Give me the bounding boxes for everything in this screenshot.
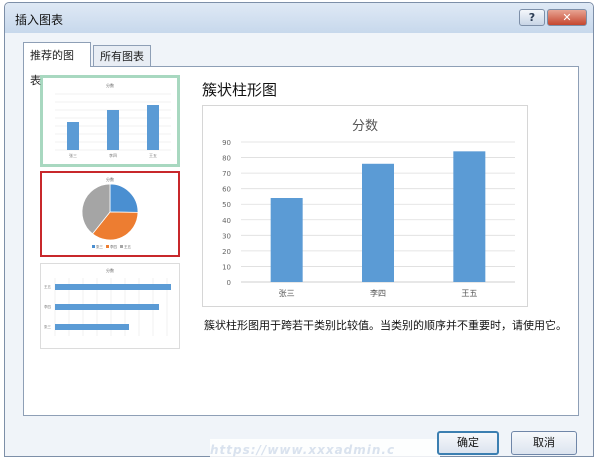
preview-chart-type-title: 簇状柱形图 xyxy=(202,81,278,99)
thumbnail-clustered-bar[interactable]: 分数 王五 李四 张三 xyxy=(40,263,180,349)
thumb-hbar-3 xyxy=(55,284,171,290)
chart-title: 分数 xyxy=(352,119,378,134)
thumb-y-label: 张三 xyxy=(44,324,51,329)
preview-column-chart: 分数 0 10 20 30 40 50 60 70 80 90 张三 李四 王五 xyxy=(222,119,515,298)
pie-slice xyxy=(109,183,139,213)
y-tick-label: 80 xyxy=(222,155,231,163)
thumb-hbar-2 xyxy=(55,304,159,310)
chart-preview: 分数 0 10 20 30 40 50 60 70 80 90 张三 李四 王五 xyxy=(202,105,528,307)
y-tick-label: 30 xyxy=(222,232,231,240)
thumb-bar-3 xyxy=(147,105,159,150)
thumb-bar-2 xyxy=(107,110,119,150)
thumb-hbar-1 xyxy=(55,324,129,330)
thumb-x-label: 李四 xyxy=(109,152,117,158)
y-tick-label: 20 xyxy=(222,248,231,256)
bar[interactable] xyxy=(362,163,394,282)
thumb-chart-title: 分数 xyxy=(106,267,114,273)
x-tick-label: 李四 xyxy=(370,288,386,298)
y-tick-label: 10 xyxy=(222,263,231,271)
pie-legend-swatch-1 xyxy=(106,245,109,248)
thumb-chart-title: 分数 xyxy=(106,176,114,182)
bar[interactable] xyxy=(270,198,303,282)
pie-legend-label: 王五 xyxy=(124,245,131,249)
tab-all-charts[interactable]: 所有图表 xyxy=(93,45,151,67)
y-tick-label: 50 xyxy=(222,201,231,209)
thumb-y-label: 王五 xyxy=(44,285,51,289)
y-tick-label: 90 xyxy=(222,139,231,147)
tab-recommended-charts[interactable]: 推荐的图表 xyxy=(23,42,91,87)
window-title: 插入图表 xyxy=(15,13,64,27)
thumb-x-label: 王五 xyxy=(149,153,157,158)
thumb-y-label: 李四 xyxy=(44,304,51,309)
bar[interactable] xyxy=(453,151,486,282)
title-bar[interactable]: 插入图表 ? ✕ xyxy=(5,3,593,33)
thumb-x-label: 张三 xyxy=(69,152,77,158)
dialog-body: 推荐的图表 所有图表 分数 张三 李四 王五 分数 张三 李四 王五 分数 王五… xyxy=(13,37,585,417)
help-button[interactable]: ? xyxy=(519,9,545,26)
ok-button[interactable]: 确定 xyxy=(437,431,499,455)
y-tick-label: 40 xyxy=(222,217,231,225)
watermark: https://www.xxxadmin.c xyxy=(210,439,440,461)
thumbnail-column-chart: 分数 张三 李四 王五 xyxy=(55,82,171,158)
tab-panel: 分数 张三 李四 王五 分数 张三 李四 王五 分数 王五 李四 张三 簇状柱形… xyxy=(23,66,579,416)
y-tick-label: 0 xyxy=(227,279,231,287)
thumbnail-clustered-column[interactable]: 分数 张三 李四 王五 xyxy=(40,75,180,167)
pie-legend-label: 张三 xyxy=(96,244,103,249)
close-button[interactable]: ✕ xyxy=(547,9,587,26)
insert-chart-dialog: 插入图表 ? ✕ 推荐的图表 所有图表 分数 张三 李四 王五 分数 张三 李四… xyxy=(4,2,594,461)
thumb-bar-1 xyxy=(67,122,79,150)
y-tick-label: 60 xyxy=(222,186,231,194)
x-tick-label: 张三 xyxy=(279,289,295,298)
thumbnail-pie-chart: 分数 张三 李四 王五 xyxy=(81,176,139,249)
thumb-chart-title: 分数 xyxy=(106,82,114,88)
chart-description: 簇状柱形图用于跨若干类别比较值。当类别的顺序并不重要时，请使用它。 xyxy=(204,319,567,332)
thumbnail-pie[interactable]: 分数 张三 李四 王五 xyxy=(40,171,180,257)
x-tick-label: 王五 xyxy=(461,289,477,298)
thumbnail-bar-chart: 分数 王五 李四 张三 xyxy=(44,267,171,336)
y-tick-label: 70 xyxy=(222,170,231,178)
cancel-button[interactable]: 取消 xyxy=(511,431,577,455)
pie-legend-swatch-0 xyxy=(92,245,95,248)
pie-slices xyxy=(81,183,139,241)
pie-legend-label: 李四 xyxy=(110,244,117,249)
pie-legend-swatch-2 xyxy=(120,245,123,248)
